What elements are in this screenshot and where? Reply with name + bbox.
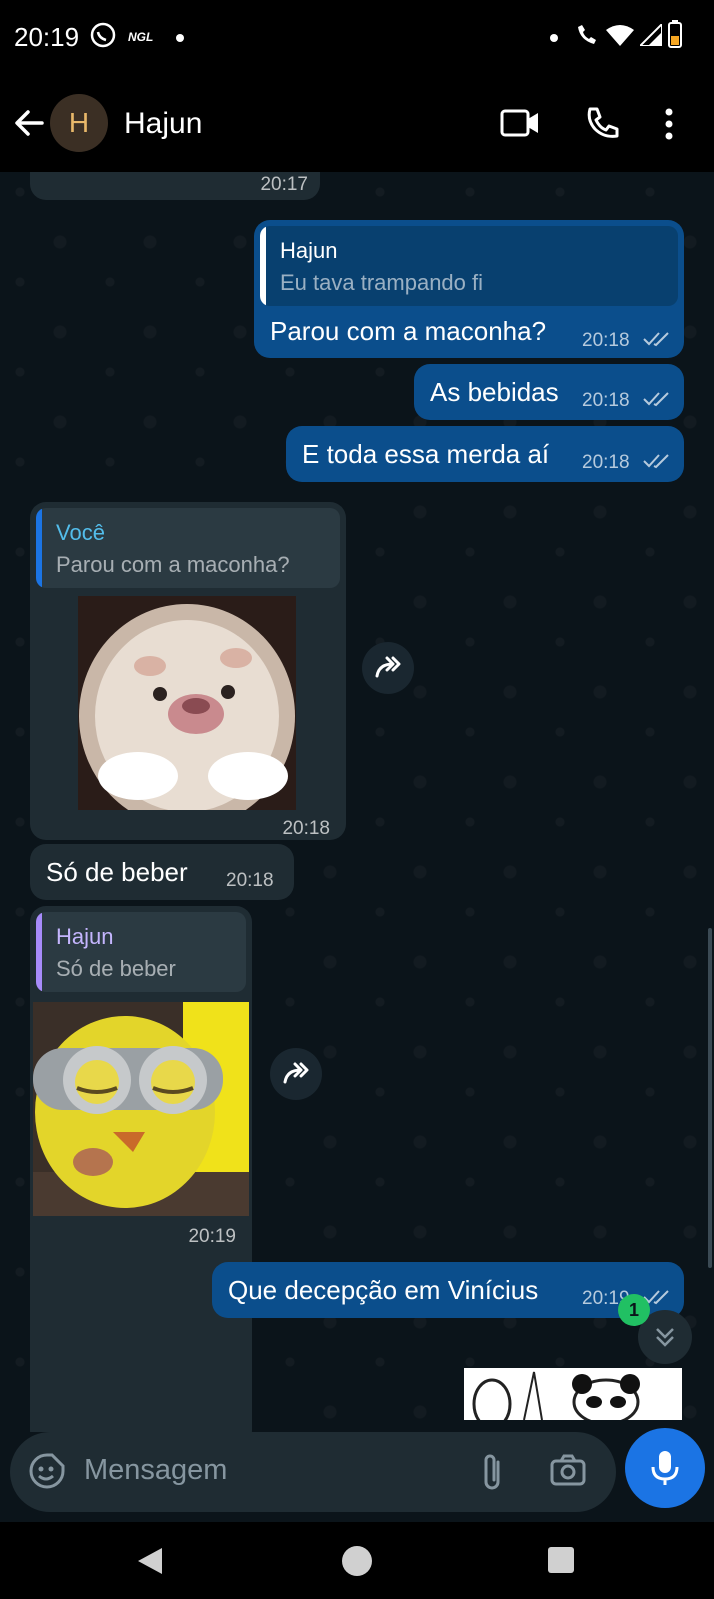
quoted-message[interactable]: Hajun Só de beber (36, 912, 246, 992)
recents-nav-icon[interactable] (548, 1547, 574, 1573)
quoted-message[interactable]: Hajun Eu tava trampando fi (260, 226, 678, 306)
whatsapp-icon (90, 22, 116, 53)
battery-icon (668, 20, 682, 53)
voice-message-button[interactable] (625, 1428, 705, 1508)
message-text: Parou com a maconha? (270, 316, 547, 346)
message-bubble-outgoing[interactable]: Que decepção em Vinícius 20:19 (212, 1262, 684, 1318)
video-call-icon[interactable] (500, 108, 540, 143)
back-arrow-icon[interactable] (12, 106, 46, 145)
quote-text: Só de beber (56, 956, 176, 981)
status-time: 20:19 (14, 22, 80, 52)
minion-toy-image[interactable] (33, 1002, 249, 1216)
quote-bar (36, 508, 42, 588)
message-bubble-outgoing[interactable]: As bebidas 20:18 (414, 364, 684, 420)
attach-icon[interactable] (480, 1452, 506, 1497)
more-options-icon[interactable] (664, 107, 674, 146)
unread-badge: 1 (618, 1294, 650, 1326)
forward-button[interactable] (270, 1048, 322, 1100)
quote-author: Você (56, 520, 105, 545)
message-bubble-incoming[interactable]: Só de beber 20:18 (30, 844, 294, 900)
message-time: 20:18 (282, 818, 330, 839)
double-check-icon (642, 330, 672, 353)
wifi-icon (606, 24, 634, 51)
quote-bar (260, 226, 266, 306)
chat-header: H Hajun (0, 80, 714, 172)
camera-icon[interactable] (550, 1454, 586, 1491)
message-field[interactable]: Mensagem (10, 1432, 616, 1512)
hamster-sticker-image[interactable] (78, 596, 296, 810)
message-bubble-outgoing[interactable]: E toda essa merda aí 20:18 (286, 426, 684, 482)
message-text: Só de beber (46, 857, 188, 887)
message-bubble-incoming[interactable]: 20:17 (30, 172, 320, 200)
input-bar: Mensagem (0, 1428, 714, 1522)
navigation-bar (0, 1522, 714, 1599)
double-check-icon (642, 452, 672, 475)
message-time: 20:18 (582, 452, 630, 473)
sticker-icon[interactable] (28, 1452, 66, 1495)
message-bubble-outgoing[interactable]: Hajun Eu tava trampando fi Parou com a m… (254, 220, 684, 358)
notification-dot-icon (176, 34, 184, 42)
message-bubble-incoming[interactable]: Você Parou com a maconha? 20:18 (30, 502, 346, 840)
message-text: As bebidas (430, 377, 559, 407)
phone-call-icon[interactable] (584, 105, 620, 146)
double-check-icon (642, 390, 672, 413)
quote-bar (36, 912, 42, 992)
dot-icon (550, 34, 558, 42)
message-time: 20:17 (260, 174, 308, 195)
quote-text: Eu tava trampando fi (280, 270, 484, 295)
quoted-message[interactable]: Você Parou com a maconha? (36, 508, 340, 588)
ngl-icon: NGL (128, 30, 154, 44)
contact-name[interactable]: Hajun (124, 107, 202, 141)
scrollbar[interactable] (708, 928, 712, 1268)
message-text: E toda essa merda aí (302, 439, 550, 469)
wifi-call-icon (574, 22, 600, 53)
back-nav-icon[interactable] (136, 1546, 164, 1581)
message-text: Que decepção em Vinícius (228, 1275, 539, 1305)
panda-sticker-image[interactable] (464, 1368, 682, 1420)
chat-area[interactable]: 20:17 Hajun Eu tava trampando fi Parou c… (0, 172, 714, 1432)
status-bar: 20:19 NGL (0, 0, 714, 80)
home-nav-icon[interactable] (342, 1546, 372, 1576)
message-bubble-incoming[interactable]: Hajun Só de beber 20:19 (30, 906, 252, 1432)
message-time: 20:18 (582, 390, 630, 411)
forward-button[interactable] (362, 642, 414, 694)
quote-text: Parou com a maconha? (56, 552, 290, 577)
message-time: 20:19 (188, 1226, 236, 1247)
quote-author: Hajun (280, 238, 338, 263)
quote-author: Hajun (56, 924, 114, 949)
message-placeholder: Mensagem (84, 1454, 228, 1486)
message-time: 20:18 (582, 330, 630, 351)
avatar[interactable]: H (50, 94, 108, 152)
message-time: 20:18 (226, 870, 274, 891)
signal-icon (637, 21, 663, 51)
